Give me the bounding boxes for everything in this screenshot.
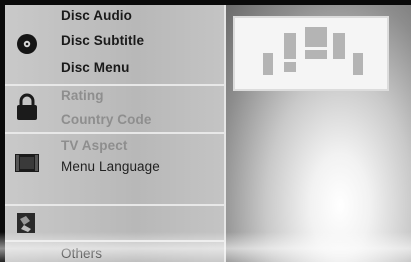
- tv-screen-icon: [11, 150, 43, 176]
- menu-item-others[interactable]: Others: [61, 245, 102, 262]
- menu-item-menu-language[interactable]: Menu Language: [61, 158, 160, 176]
- display-section: TV Aspect Menu Language: [5, 134, 224, 206]
- others-section: Others: [5, 242, 224, 262]
- lock-section: Rating Country Code: [5, 86, 224, 134]
- menu-item-tv-aspect[interactable]: TV Aspect: [61, 137, 127, 155]
- speaker-layout-icon: [263, 27, 363, 75]
- disc-icon: [11, 31, 43, 57]
- menu-item-country-code[interactable]: Country Code: [61, 111, 151, 129]
- disc-section: Disc Audio Disc Subtitle Disc Menu: [5, 5, 224, 86]
- setup-menu-panel: Disc Audio Disc Subtitle Disc Menu Ratin…: [5, 5, 226, 262]
- speaker-icon[interactable]: [11, 210, 43, 236]
- menu-item-disc-subtitle[interactable]: Disc Subtitle: [61, 32, 144, 50]
- audio-section: [5, 206, 224, 242]
- padlock-icon: [11, 93, 43, 120]
- dvd-setup-screen: Disc Audio Disc Subtitle Disc Menu Ratin…: [0, 0, 411, 262]
- speaker-layout-preview: [233, 16, 389, 91]
- menu-item-disc-menu[interactable]: Disc Menu: [61, 59, 129, 77]
- menu-item-rating[interactable]: Rating: [61, 87, 104, 105]
- menu-item-disc-audio[interactable]: Disc Audio: [61, 7, 132, 25]
